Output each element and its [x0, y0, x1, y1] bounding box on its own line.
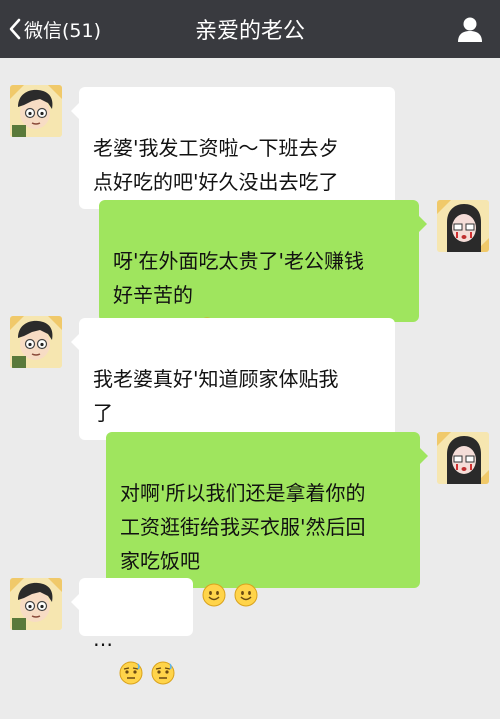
blush-smile-emoji-icon: [195, 283, 219, 340]
smile-emoji-icon: [234, 549, 258, 606]
message-bubble[interactable]: 老婆'我发工资啦～下班去歺 点好吃的吧'好久没出去吃了: [71, 87, 395, 209]
chat-header: 微信(51) 亲爱的老公: [0, 0, 500, 58]
speechless-emoji-icon: [151, 627, 175, 684]
back-label: 微信(51): [24, 19, 102, 42]
message-text: 呀'在外面吃太贵了'老公赚钱 好辛苦的: [113, 249, 364, 307]
wife-avatar[interactable]: [437, 432, 489, 484]
chevron-left-icon: [8, 17, 22, 41]
smile-emoji-icon: [202, 549, 226, 606]
husband-avatar[interactable]: [10, 578, 62, 630]
husband-avatar[interactable]: [10, 85, 62, 137]
back-button[interactable]: 微信(51): [8, 0, 101, 58]
husband-avatar[interactable]: [10, 316, 62, 368]
speechless-emoji-icon: [119, 627, 143, 684]
wife-avatar[interactable]: [437, 200, 489, 252]
message-text: 老婆'我发工资啦～下班去歺 点好吃的吧'好久没出去吃了: [93, 136, 339, 194]
message-bubble[interactable]: 我老婆真好'知道顾家体贴我 了: [71, 318, 395, 458]
crying-emoji-icon: [115, 401, 139, 458]
message-bubble[interactable]: 呀'在外面吃太贵了'老公赚钱 好辛苦的: [99, 200, 427, 340]
person-icon[interactable]: [456, 15, 484, 43]
message-bubble[interactable]: …: [71, 578, 193, 684]
message-bubble[interactable]: 对啊'所以我们还是拿着你的 工资逛街给我买衣服'然后回 家吃饭吧: [106, 432, 428, 606]
message-text: …: [93, 627, 113, 651]
